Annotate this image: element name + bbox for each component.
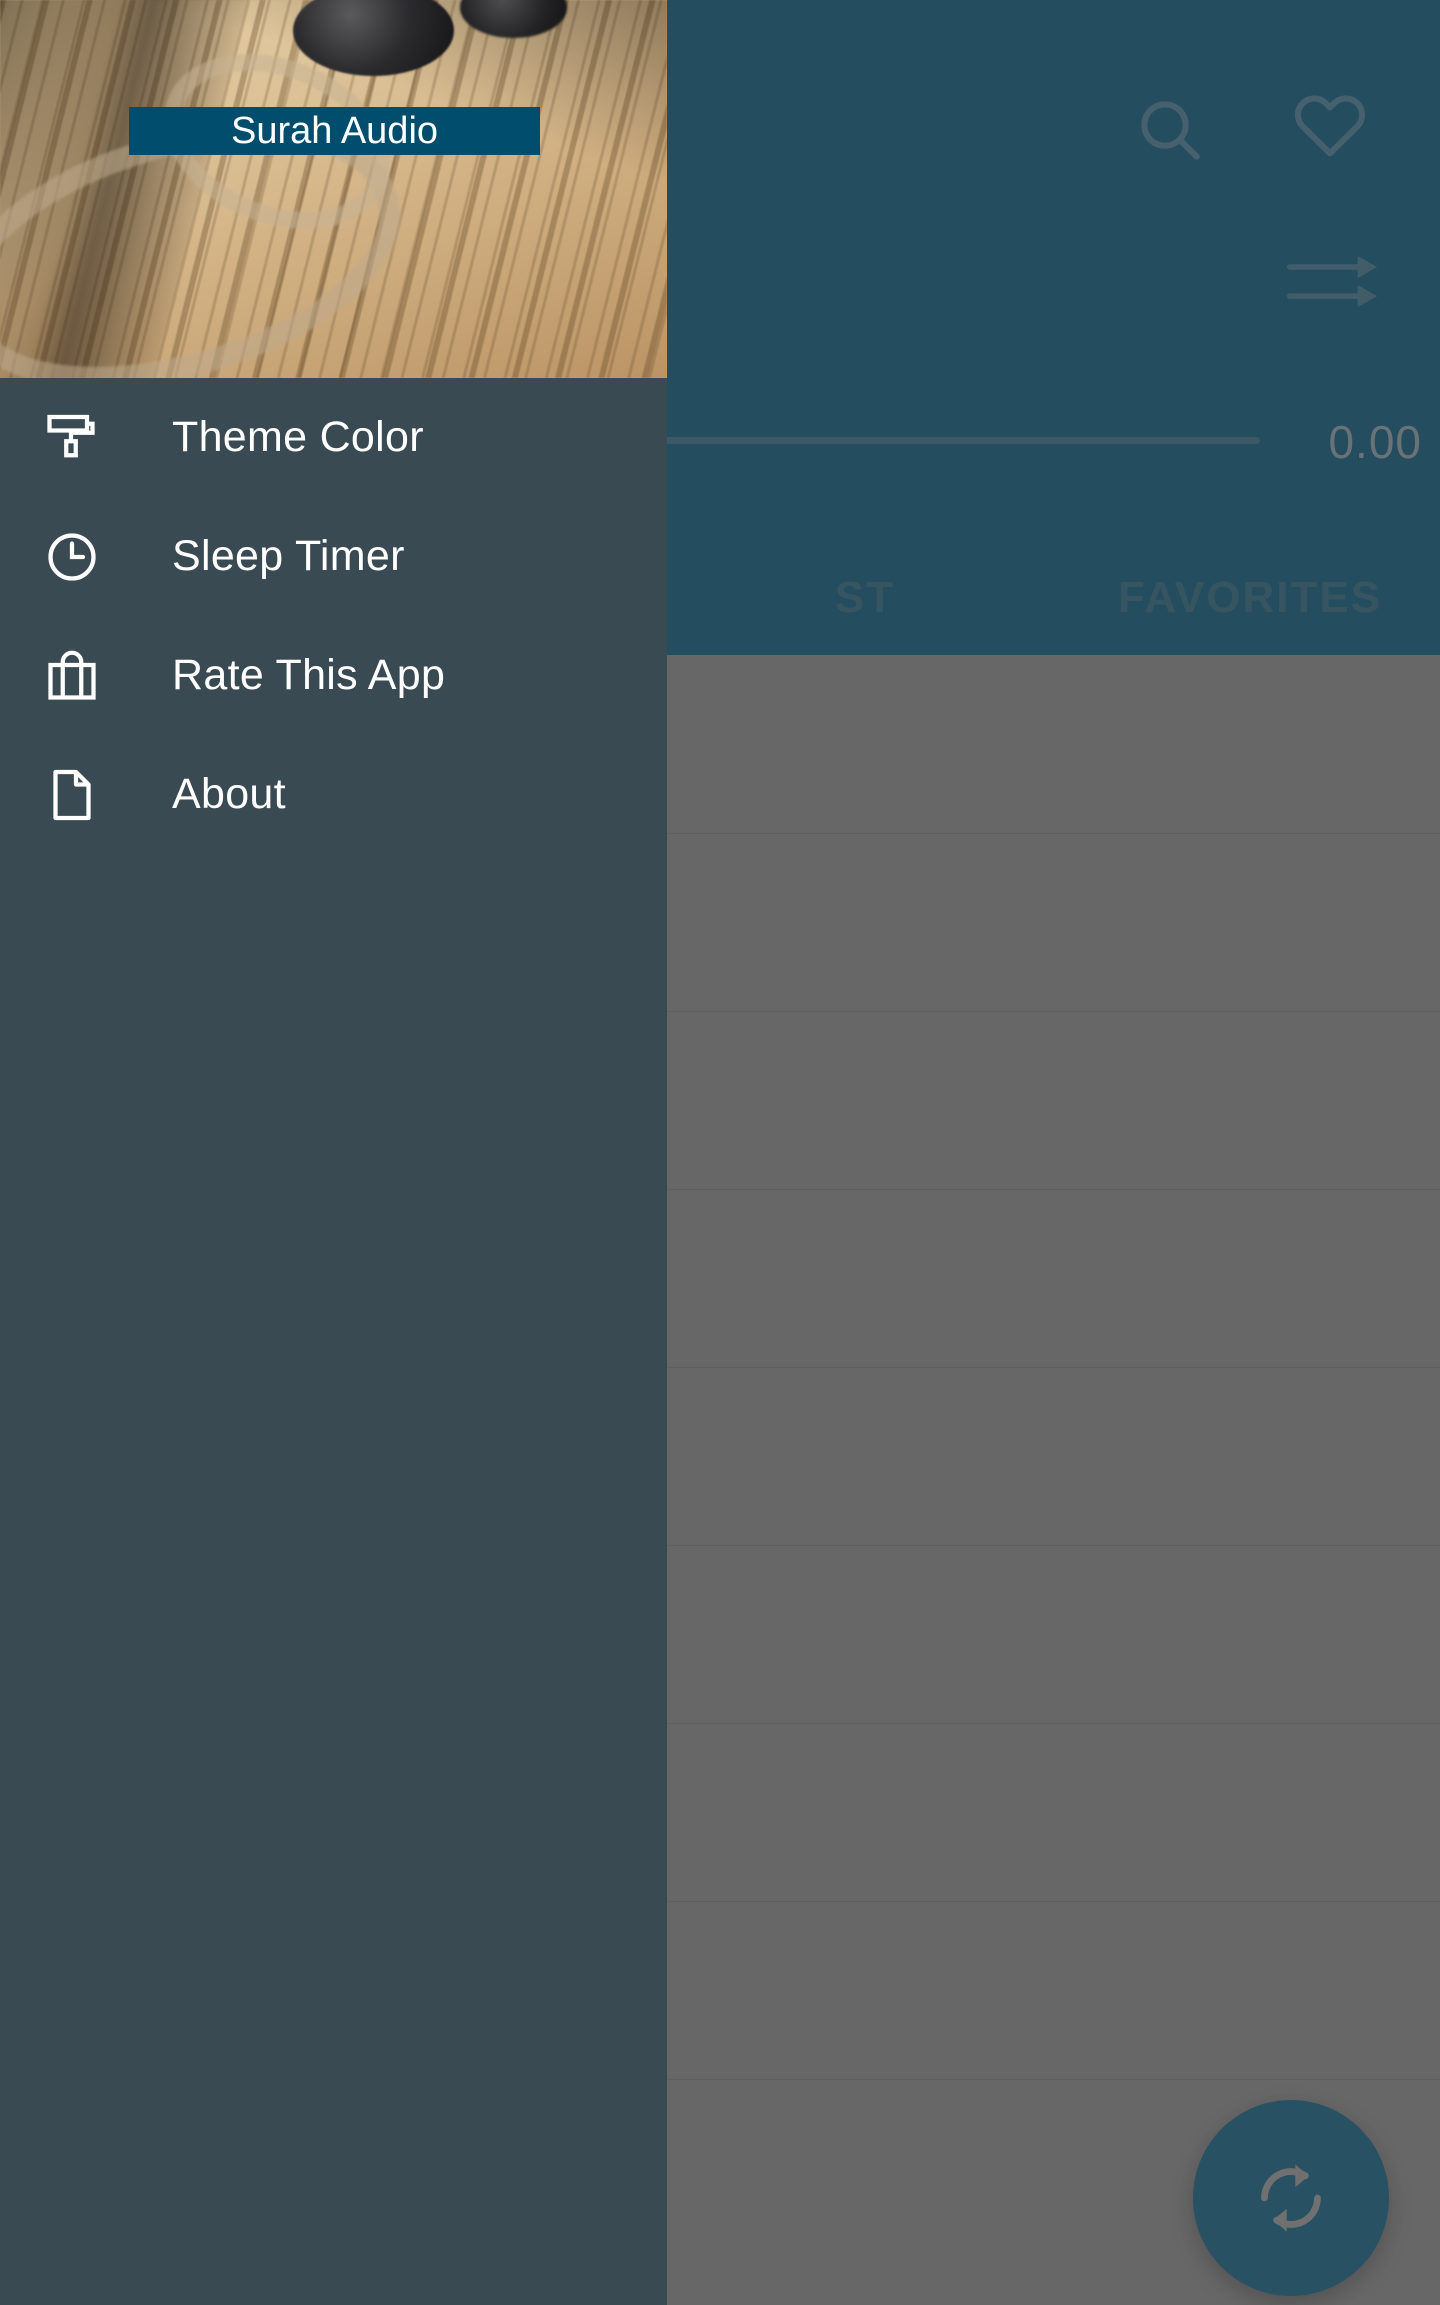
navigation-drawer: Surah Audio Theme Color Sleep Timer Rate… [0, 0, 667, 2305]
drawer-header: Surah Audio [0, 0, 667, 378]
bead-decoration [293, 0, 454, 76]
drawer-item-about[interactable]: About [0, 735, 667, 854]
tab-favorites[interactable]: FAVORITES [1060, 540, 1440, 655]
sync-icon [1261, 2164, 1321, 2232]
seek-bar[interactable] [660, 437, 1260, 444]
forward-icon[interactable] [1280, 240, 1390, 320]
app-screen: 0.00 ST FAVORITES Surah Audio Theme Colo… [0, 0, 1440, 2305]
drawer-item-rate-this-app[interactable]: Rate This App [0, 616, 667, 735]
paint-roller-icon [36, 402, 108, 474]
drawer-item-label: Rate This App [172, 651, 446, 699]
heart-icon[interactable] [1290, 85, 1370, 165]
document-icon [36, 759, 108, 831]
drawer-item-theme-color[interactable]: Theme Color [0, 378, 667, 497]
current-time-label: 0.00 [1328, 416, 1422, 468]
drawer-item-label: Theme Color [172, 413, 424, 461]
drawer-item-label: About [172, 770, 286, 818]
bead-decoration-2 [460, 0, 567, 38]
repeat-fab[interactable] [1193, 2100, 1389, 2296]
drawer-item-sleep-timer[interactable]: Sleep Timer [0, 497, 667, 616]
drawer-menu: Theme Color Sleep Timer Rate This App Ab… [0, 378, 667, 854]
shopping-bag-icon [36, 640, 108, 712]
clock-icon [36, 521, 108, 593]
drawer-item-label: Sleep Timer [172, 532, 405, 580]
tab-surah-list[interactable]: ST [700, 540, 1030, 655]
player-seek-row: 0.00 [660, 415, 1440, 475]
drawer-header-title: Surah Audio [230, 110, 439, 152]
search-icon[interactable] [1130, 90, 1210, 170]
quran-photo [0, 0, 667, 378]
